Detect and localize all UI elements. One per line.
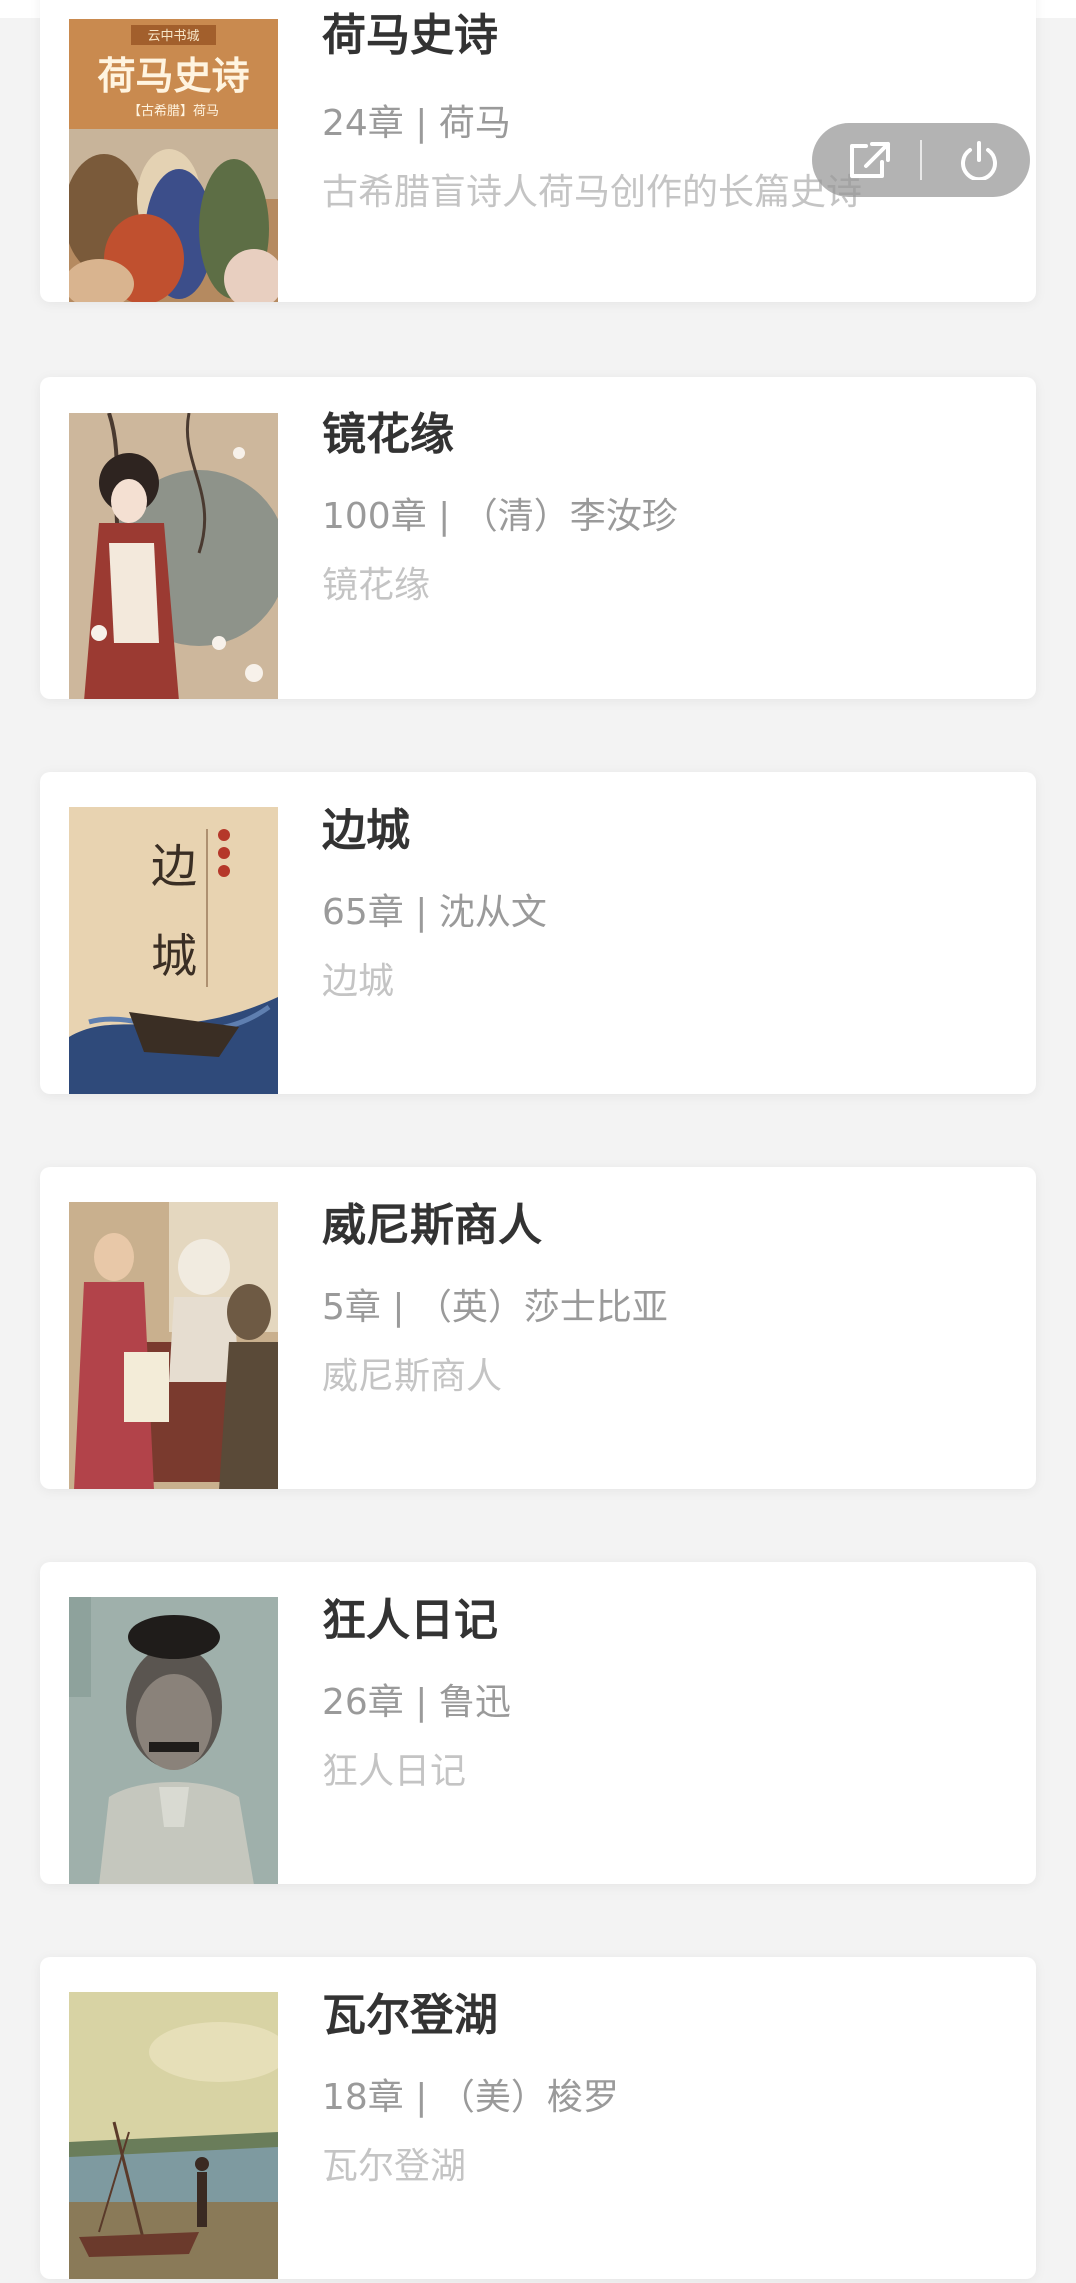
share-external-icon [850,142,890,178]
book-meta: 65章 | 沈从文 [322,892,547,933]
book-title: 威尼斯商人 [322,1200,542,1251]
book-title: 镜花缘 [322,409,454,460]
book-card[interactable]: 威尼斯商人 5章 | （英）莎士比亚 威尼斯商人 [40,1167,1036,1489]
book-description: 狂人日记 [322,1751,467,1792]
book-cover [69,1992,278,2279]
book-meta: 24章 | 荷马 [322,103,511,144]
book-cover [69,1597,278,1884]
book-cover: 边 城 [69,807,278,1094]
book-meta: 5章 | （英）莎士比亚 [322,1287,668,1328]
book-card[interactable]: 瓦尔登湖 18章 | （美）梭罗 瓦尔登湖 [40,1957,1036,2279]
book-description: 镜花缘 [322,565,431,606]
cover-series-text: 云中书城 [147,29,199,44]
book-title: 瓦尔登湖 [322,1990,498,2041]
book-cover: 云中书城 荷马史诗 【古希腊】荷马 [69,19,278,302]
book-description: 威尼斯商人 [322,1356,503,1397]
book-description: 古希腊盲诗人荷马创作的长篇史诗 [322,172,863,213]
book-meta: 100章 | （清）李汝珍 [322,496,678,537]
book-meta: 18章 | （美）梭罗 [322,2077,619,2118]
book-cover [69,1202,278,1489]
book-description: 边城 [322,961,395,1002]
share-button[interactable] [812,123,920,197]
cover-title-text: 荷马史诗 [97,53,249,98]
power-icon [961,141,997,180]
book-card[interactable]: 镜花缘 100章 | （清）李汝珍 镜花缘 [40,377,1036,699]
book-card[interactable]: 狂人日记 26章 | 鲁迅 狂人日记 [40,1562,1036,1884]
cover-title-char-1: 边 [151,839,197,893]
book-cover [69,413,278,699]
close-button[interactable] [922,123,1030,197]
book-card[interactable]: 边 城 边城 65章 | 沈从文 边城 [40,772,1036,1094]
miniprogram-capsule [812,123,1030,197]
cover-subtitle-text: 【古希腊】荷马 [128,104,219,119]
cover-title-char-2: 城 [151,929,197,983]
book-title: 荷马史诗 [322,10,498,61]
book-meta: 26章 | 鲁迅 [322,1682,511,1723]
book-title: 狂人日记 [322,1595,498,1646]
book-title: 边城 [322,805,410,856]
book-description: 瓦尔登湖 [322,2146,467,2187]
